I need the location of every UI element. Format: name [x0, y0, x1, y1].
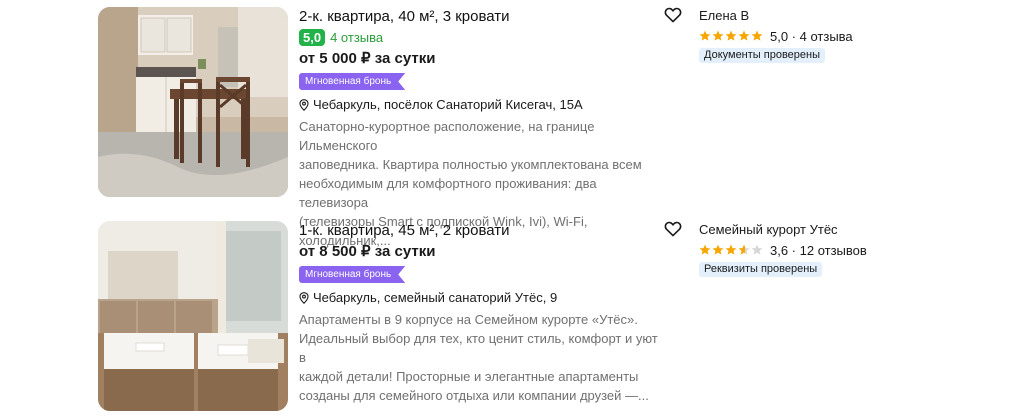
description-line: созданы для семейного отдыха или компани… [299, 388, 649, 403]
star-icon [699, 30, 711, 41]
address-text: Чебаркуль, семейный санаторий Утёс, 9 [313, 290, 558, 305]
score-badge: 5,0 [299, 28, 326, 46]
star-icon [751, 244, 763, 255]
instant-booking-badge: Мгновенная бронь [299, 266, 405, 283]
reviews-link[interactable]: 4 отзыва [330, 30, 383, 45]
host-rating-text: 3,6 · 12 отзывов [770, 242, 867, 258]
favorite-heart-icon[interactable] [664, 221, 682, 237]
description-line: необходимым для комфортного проживания: … [299, 176, 597, 210]
listing-photo[interactable] [98, 221, 288, 411]
star-icon [738, 30, 750, 41]
description-line: Санаторно-курортное расположение, на гра… [299, 119, 595, 153]
star-icon [712, 30, 724, 41]
host-name[interactable]: Елена В [699, 7, 919, 24]
listing-rating: 5,0 4 отзыва [299, 28, 669, 46]
description-line: заповедника. Квартира полностью укомплек… [299, 157, 642, 172]
listing-card[interactable]: 1-к. квартира, 45 м², 2 кровати от 8 500… [98, 221, 918, 411]
listing-card[interactable]: 2-к. квартира, 40 м², 3 кровати 5,0 4 от… [98, 7, 919, 248]
listing-address: Чебаркуль, посёлок Санаторий Кисегач, 15… [299, 96, 669, 114]
address-text: Чебаркуль, посёлок Санаторий Кисегач, 15… [313, 97, 583, 112]
star-icon [738, 244, 750, 255]
listing-title[interactable]: 2-к. квартира, 40 м², 3 кровати [299, 7, 669, 26]
host-name[interactable]: Семейный курорт Утёс [699, 221, 919, 238]
instant-booking-badge: Мгновенная бронь [299, 73, 405, 90]
host-info: Елена В 5,0 · 4 отзыва Документы провере… [699, 7, 919, 63]
listing-title[interactable]: 1-к. квартира, 45 м², 2 кровати [299, 221, 669, 240]
listing-address: Чебаркуль, семейный санаторий Утёс, 9 [299, 289, 669, 307]
verified-badge: Документы проверены [699, 48, 826, 63]
favorite-heart-icon[interactable] [664, 7, 682, 23]
star-icon [751, 30, 763, 41]
star-icon [699, 244, 711, 255]
description-line: Апартаменты в 9 корпусе на Семейном куро… [299, 312, 638, 327]
location-pin-icon [299, 292, 309, 304]
listing-price: от 8 500 ₽ за сутки [299, 243, 436, 260]
host-rating: 5,0 · 4 отзыва [699, 28, 919, 44]
description-line: каждой детали! Просторные и элегантные а… [299, 369, 639, 384]
rating-stars [699, 244, 764, 256]
listing-photo[interactable] [98, 7, 288, 197]
star-icon [725, 244, 737, 255]
listing-description: Апартаменты в 9 корпусе на Семейном куро… [299, 310, 667, 405]
bedroom-photo [98, 221, 288, 411]
location-pin-icon [299, 99, 309, 111]
rating-stars [699, 30, 764, 42]
verified-badge: Реквизиты проверены [699, 262, 823, 277]
star-icon [712, 244, 724, 255]
host-rating-text: 5,0 · 4 отзыва [770, 28, 853, 44]
star-icon [725, 30, 737, 41]
listing-price: от 5 000 ₽ за сутки [299, 50, 436, 67]
description-line: Идеальный выбор для тех, кто ценит стиль… [299, 331, 658, 365]
host-info: Семейный курорт Утёс 3,6 · 12 отзывов Ре… [699, 221, 919, 277]
host-rating: 3,6 · 12 отзывов [699, 242, 919, 258]
kitchen-photo [98, 7, 288, 197]
